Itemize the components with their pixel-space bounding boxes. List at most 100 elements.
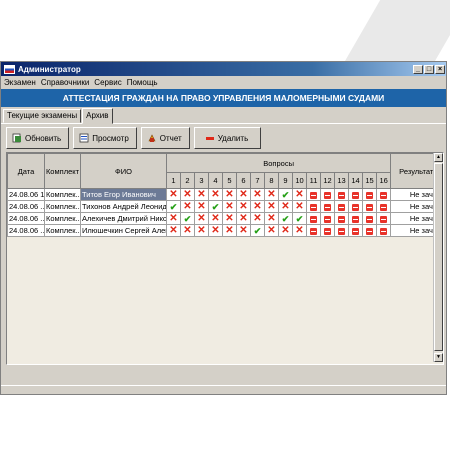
cell-date[interactable]: 24.08.06 ...: [7, 200, 45, 213]
tab-archive[interactable]: Архив: [82, 108, 113, 124]
report-button[interactable]: Отчет: [140, 127, 190, 149]
cell-answer: [334, 212, 349, 225]
cell-answer: [362, 224, 377, 237]
check-icon: ✔: [211, 201, 220, 212]
cell-answer: ✕: [236, 212, 251, 225]
cell-answer: [334, 188, 349, 201]
cross-icon: ✕: [267, 200, 276, 212]
title-bar: Администратор _ □ ×: [1, 62, 446, 76]
cell-answer: ✕: [250, 188, 265, 201]
cell-answer: ✕: [222, 224, 237, 237]
col-date[interactable]: Дата: [7, 153, 45, 189]
cross-icon: ✕: [211, 188, 220, 200]
col-questions: Вопросы: [165, 153, 392, 173]
question-number-13: 13: [334, 172, 349, 189]
app-window: Администратор _ □ × Экзамен Справочники …: [0, 61, 447, 395]
cross-icon: ✕: [295, 188, 304, 200]
scroll-up-button[interactable]: ▲: [434, 153, 443, 162]
cell-set[interactable]: Комплек...: [44, 188, 81, 201]
table-row[interactable]: 24.08.06 ... Комплек... Тихонов Андрей Лео…: [7, 200, 443, 213]
cross-icon: ✕: [211, 212, 220, 224]
menu-bar: Экзамен Справочники Сервис Помощь: [1, 76, 446, 88]
no-entry-icon: [324, 191, 331, 199]
cell-answer: ✕: [236, 188, 251, 201]
cell-answer: ✔: [208, 200, 223, 213]
cell-answer: ✕: [180, 224, 195, 237]
cell-name[interactable]: Тихонов Андрей Леонид...: [80, 200, 167, 213]
question-number-8: 8: [264, 172, 279, 189]
table-row[interactable]: 24.08.06 1...Комплек...Титов Егор Иванов…: [7, 188, 443, 201]
cell-answer: [362, 188, 377, 201]
check-icon: ✔: [295, 213, 304, 224]
exam-table: Дата Комплект ФИО Вопросы Результат 1234…: [7, 153, 443, 237]
cell-answer: ✔: [292, 212, 307, 225]
cell-answer: ✕: [264, 188, 279, 201]
question-number-16: 16: [375, 172, 392, 189]
cross-icon: ✕: [253, 188, 262, 200]
cell-answer: [320, 188, 335, 201]
menu-help[interactable]: Помощь: [127, 78, 158, 87]
cross-icon: ✕: [169, 212, 178, 224]
menu-service[interactable]: Сервис: [94, 78, 121, 87]
menu-exam[interactable]: Экзамен: [4, 78, 36, 87]
col-set[interactable]: Комплект: [44, 153, 81, 189]
minus-icon: [205, 133, 215, 143]
cell-answer: [320, 200, 335, 213]
tab-current-exams[interactable]: Текущие экзамены: [3, 109, 82, 123]
exam-grid: Дата Комплект ФИО Вопросы Результат 1234…: [6, 152, 444, 365]
view-button[interactable]: Просмотр: [73, 127, 137, 149]
cell-date[interactable]: 24.08.06 ...: [7, 212, 45, 225]
no-entry-icon: [380, 215, 388, 223]
cell-answer: ✔: [180, 212, 195, 225]
no-entry-icon: [324, 227, 331, 235]
table-body: 24.08.06 1...Комплек...Титов Егор Иванов…: [7, 188, 443, 237]
cell-name[interactable]: Титов Егор Иванович: [80, 188, 167, 201]
cell-name[interactable]: Алехичев Дмитрий Нико...: [80, 212, 167, 225]
no-entry-icon: [352, 215, 359, 223]
cross-icon: ✕: [239, 212, 248, 224]
delete-button[interactable]: Удалить: [193, 127, 262, 149]
view-label: Просмотр: [92, 133, 129, 143]
cell-answer: ✕: [264, 212, 279, 225]
cross-icon: ✕: [267, 212, 276, 224]
flag-icon: [4, 64, 15, 74]
col-name[interactable]: ФИО: [80, 153, 167, 189]
scroll-thumb[interactable]: [434, 163, 443, 351]
cell-answer: ✕: [292, 224, 307, 237]
check-icon: ✔: [253, 225, 262, 236]
cell-answer: [348, 224, 363, 237]
table-row[interactable]: 24.08.06 ... Комплек... Илюшечкин Сергей А…: [7, 224, 443, 237]
no-entry-icon: [324, 203, 331, 211]
view-icon: [79, 133, 89, 143]
cell-answer: [306, 224, 321, 237]
question-number-11: 11: [306, 172, 321, 189]
cell-set[interactable]: Комплек...: [44, 224, 81, 237]
cell-name[interactable]: Илюшечкин Сергей Алекс...: [80, 224, 167, 237]
no-entry-icon: [338, 227, 345, 235]
cell-answer: ✕: [222, 200, 237, 213]
minimize-button[interactable]: _: [413, 64, 423, 74]
cell-answer: ✕: [292, 188, 307, 201]
cell-answer: ✕: [194, 224, 209, 237]
no-entry-icon: [352, 203, 359, 211]
refresh-button[interactable]: Обновить: [6, 127, 70, 149]
cell-date[interactable]: 24.08.06 ...: [7, 224, 45, 237]
refresh-label: Обновить: [25, 133, 62, 143]
close-button[interactable]: ×: [435, 64, 445, 74]
menu-references[interactable]: Справочники: [41, 78, 89, 87]
cross-icon: ✕: [197, 212, 206, 224]
cell-answer: ✕: [194, 200, 209, 213]
table-row[interactable]: 24.08.06 ... Комплек... Алехичев Дмитрий Н…: [7, 212, 443, 225]
cell-answer: [375, 224, 392, 237]
cell-set[interactable]: Комплек...: [44, 212, 81, 225]
cell-set[interactable]: Комплек...: [44, 200, 81, 213]
cross-icon: ✕: [211, 224, 220, 236]
cell-answer: ✕: [222, 212, 237, 225]
cell-answer: [306, 212, 321, 225]
scroll-down-button[interactable]: ▼: [434, 353, 443, 362]
maximize-button[interactable]: □: [424, 64, 434, 74]
cell-date[interactable]: 24.08.06 1...: [7, 188, 45, 201]
question-number-6: 6: [236, 172, 251, 189]
cell-answer: [334, 200, 349, 213]
vertical-scrollbar[interactable]: ▲ ▼: [433, 153, 443, 362]
